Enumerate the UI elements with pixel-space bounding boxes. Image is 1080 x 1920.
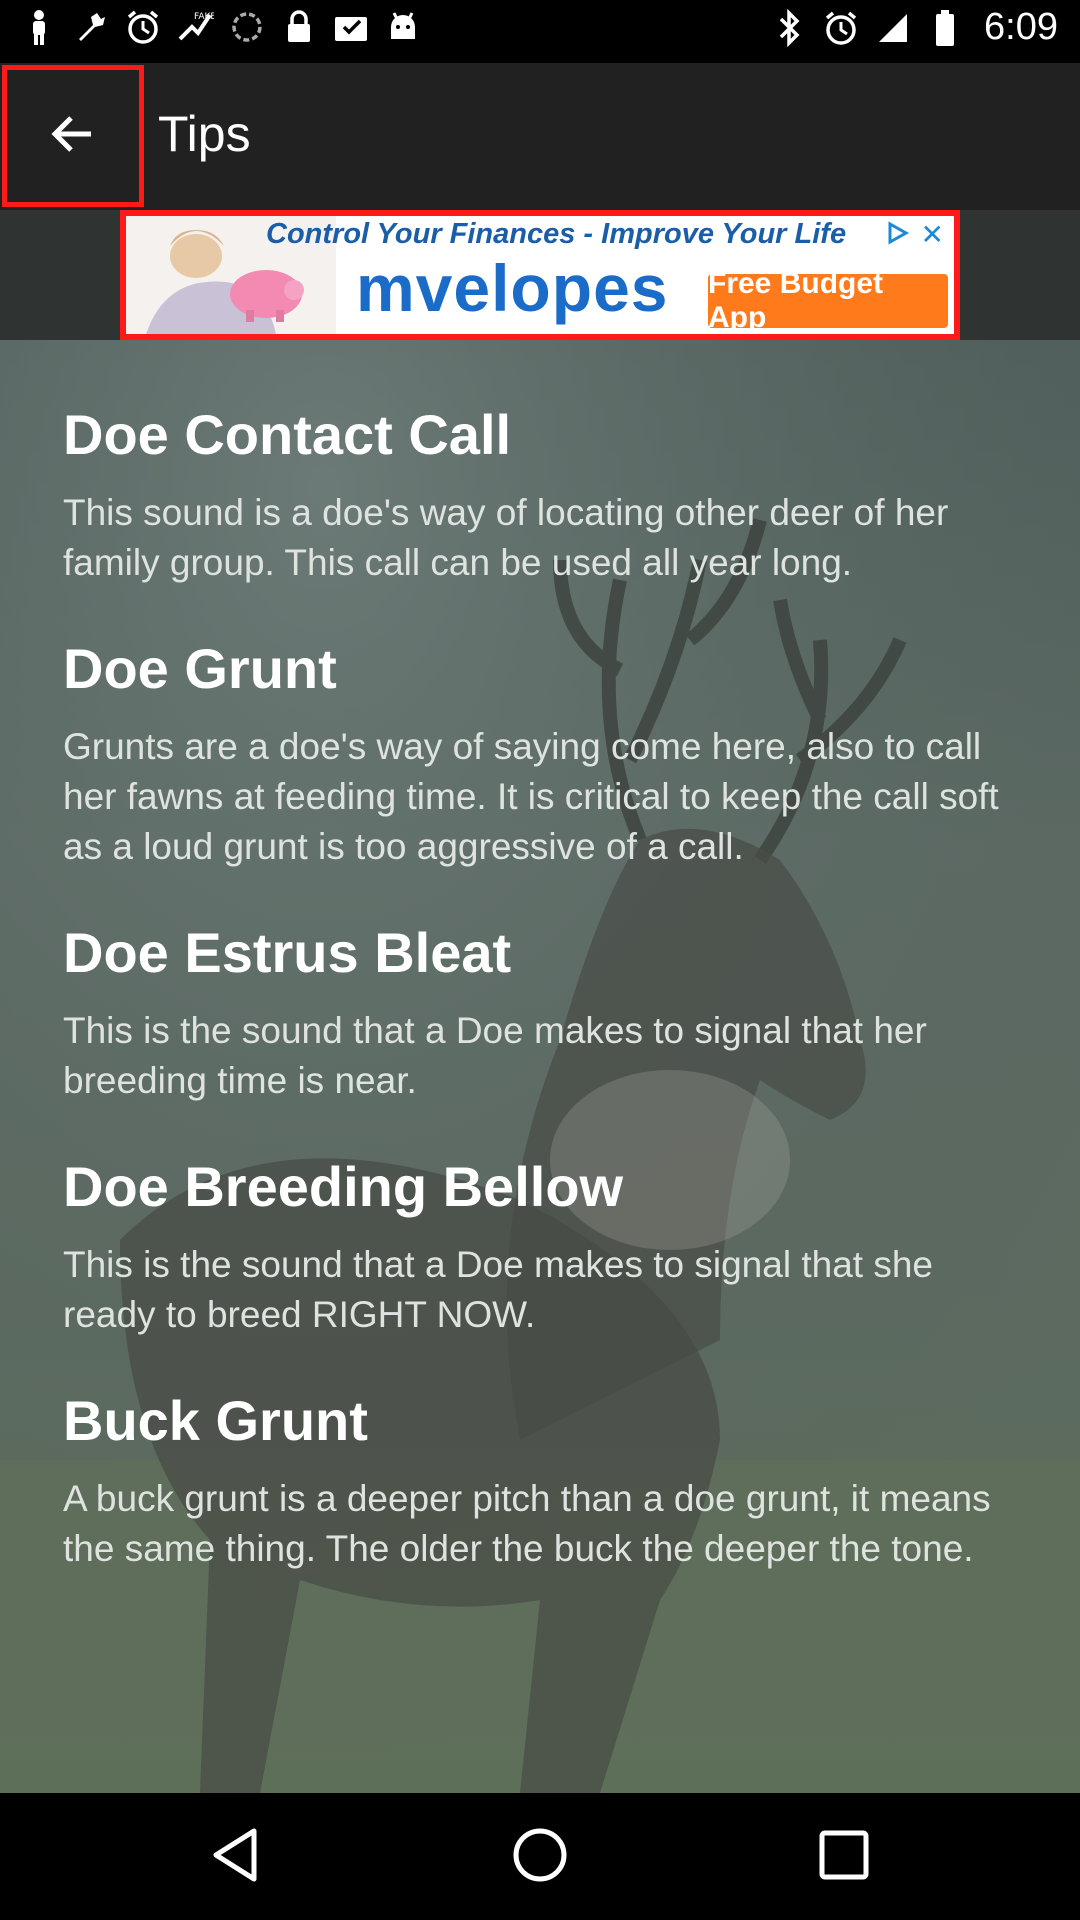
status-left-icons: FAKE [20, 8, 422, 46]
arrow-left-icon [51, 114, 95, 159]
tip-item: Buck Grunt A buck grunt is a deeper pitc… [63, 1386, 1023, 1574]
tip-body: This is the sound that a Doe makes to si… [63, 1010, 927, 1101]
app-bar: Tips [0, 63, 1080, 210]
person-icon [20, 8, 58, 46]
tip-body: This sound is a doe's way of locating ot… [63, 492, 949, 583]
sync-icon [228, 8, 266, 46]
back-triangle-icon [208, 1825, 264, 1890]
ad-band: Control Your Finances - Improve Your Lif… [0, 210, 1080, 340]
ad-headline: Control Your Finances - Improve Your Lif… [266, 218, 847, 250]
inbox-icon [332, 8, 370, 46]
signal-icon [874, 9, 912, 47]
nav-back-button[interactable] [200, 1821, 272, 1893]
svg-text:FAKE: FAKE [194, 12, 214, 22]
nav-recents-button[interactable] [808, 1821, 880, 1893]
tip-title: Buck Grunt [63, 1389, 368, 1452]
tip-item: Doe Contact Call This sound is a doe's w… [63, 400, 1023, 588]
recents-square-icon [816, 1827, 872, 1888]
alarm-icon [124, 8, 162, 46]
tip-item: Doe Breeding Bellow This is the sound th… [63, 1152, 1023, 1340]
tip-body: A buck grunt is a deeper pitch than a do… [63, 1478, 991, 1569]
system-nav-bar [0, 1793, 1080, 1920]
tips-list: Doe Contact Call This sound is a doe's w… [63, 400, 1023, 1620]
ad-brand: mvelopes [356, 251, 669, 325]
alarm-icon [822, 9, 860, 47]
tip-title: Doe Grunt [63, 637, 337, 700]
status-right-icons: 6:09 [770, 6, 1058, 49]
tip-body: This is the sound that a Doe makes to si… [63, 1244, 933, 1335]
tip-title: Doe Contact Call [63, 403, 512, 466]
bluetooth-icon [770, 8, 808, 47]
home-circle-icon [510, 1825, 570, 1890]
status-bar: FAKE 6:09 [0, 0, 1080, 63]
tip-title: Doe Breeding Bellow [63, 1155, 624, 1218]
tip-item: Doe Grunt Grunts are a doe's way of sayi… [63, 634, 1023, 872]
status-time: 6:09 [984, 6, 1058, 48]
adchoices-icon[interactable] [884, 220, 910, 246]
tip-title: Doe Estrus Bleat [63, 921, 512, 984]
tips-content[interactable]: Doe Contact Call This sound is a doe's w… [0, 340, 1080, 1793]
ad-cta-button[interactable]: Free Budget App [708, 267, 948, 334]
android-icon [384, 8, 422, 46]
tip-item: Doe Estrus Bleat This is the sound that … [63, 918, 1023, 1106]
battery-icon [926, 9, 964, 47]
fake-gps-icon: FAKE [176, 8, 214, 46]
tip-body: Grunts are a doe's way of saying come he… [63, 726, 999, 867]
ad-close-icon[interactable]: ✕ [921, 218, 944, 251]
back-button[interactable] [2, 65, 144, 207]
ad-banner[interactable]: Control Your Finances - Improve Your Lif… [120, 210, 960, 340]
page-title: Tips [158, 106, 251, 162]
wrench-icon [72, 8, 110, 46]
nav-home-button[interactable] [504, 1821, 576, 1893]
lock-icon [280, 8, 318, 46]
